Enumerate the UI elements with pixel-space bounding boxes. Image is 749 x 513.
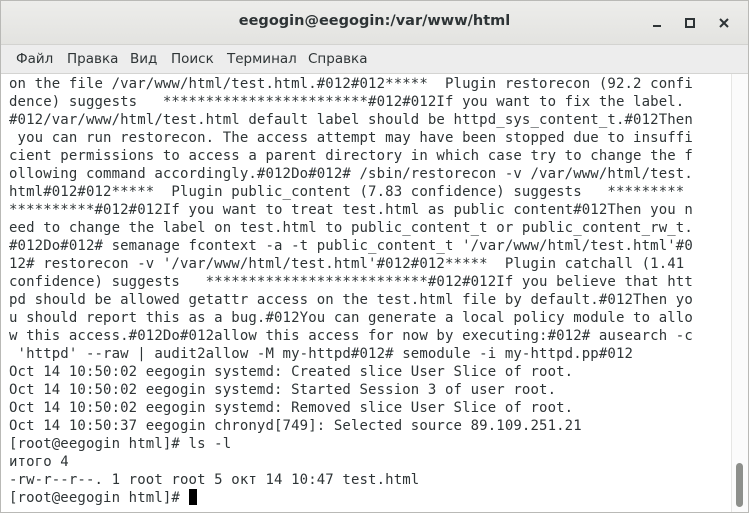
- terminal-line: #012/var/www/html/test.html default labe…: [9, 112, 693, 128]
- maximize-button[interactable]: [680, 13, 700, 33]
- terminal-line: pd should be allowed getattr access on t…: [9, 292, 693, 308]
- terminal-line: Oct 14 10:50:02 eegogin systemd: Started…: [9, 382, 557, 398]
- terminal-window: eegogin@eegogin:/var/www/html Файл Правк…: [0, 0, 749, 513]
- title-bar[interactable]: eegogin@eegogin:/var/www/html: [1, 1, 748, 45]
- terminal-line: Oct 14 10:50:02 eegogin systemd: Removed…: [9, 400, 574, 416]
- menu-terminal[interactable]: Терминал: [227, 51, 297, 67]
- close-button[interactable]: [714, 13, 734, 33]
- window-title: eegogin@eegogin:/var/www/html: [238, 13, 511, 29]
- maximize-icon: [684, 17, 696, 29]
- terminal-line: [root@eegogin html]# ls -l: [9, 436, 232, 452]
- vertical-scrollbar[interactable]: [731, 74, 748, 512]
- terminal-line: dence) suggests ************************…: [9, 94, 685, 110]
- minimize-icon: [651, 17, 663, 29]
- terminal-line: 12# restorecon -v '/var/www/html/test.ht…: [9, 256, 685, 272]
- terminal-line: on the file /var/www/html/test.html.#012…: [9, 76, 693, 92]
- terminal-prompt-line[interactable]: [root@eegogin html]#: [9, 489, 197, 507]
- menu-file[interactable]: Файл: [16, 51, 53, 67]
- terminal-line: confidence) suggests *******************…: [9, 274, 693, 290]
- menu-edit[interactable]: Правка: [67, 51, 118, 67]
- menu-view[interactable]: Вид: [130, 51, 157, 67]
- shell-prompt: [root@eegogin html]#: [9, 490, 189, 506]
- terminal-line: w this access.#012Do#012allow this acces…: [9, 328, 693, 344]
- minimize-button[interactable]: [647, 13, 667, 33]
- terminal-line: ollowing command accordingly.#012Do#012#…: [9, 166, 693, 182]
- terminal-line: cient permissions to access a parent dir…: [9, 148, 693, 164]
- text-cursor: [188, 489, 197, 505]
- terminal-line: Oct 14 10:50:37 eegogin chronyd[749]: Se…: [9, 418, 582, 434]
- terminal-line: итого 4: [9, 454, 69, 470]
- terminal-line: eed to change the label on test.html to …: [9, 220, 693, 236]
- menu-search[interactable]: Поиск: [171, 51, 214, 67]
- terminal-line: Oct 14 10:50:02 eegogin systemd: Created…: [9, 364, 574, 380]
- menu-bar: Файл Правка Вид Поиск Терминал Справка: [1, 45, 748, 74]
- terminal-line: **********#012#012If you want to treat t…: [9, 202, 693, 218]
- terminal-line: #012Do#012# semanage fcontext -a -t publ…: [9, 238, 693, 254]
- close-icon: [718, 17, 730, 29]
- terminal-line: you can run restorecon. The access attem…: [9, 130, 693, 146]
- terminal-line: u should report this as a bug.#012You ca…: [9, 310, 693, 326]
- scrollbar-thumb[interactable]: [736, 463, 743, 507]
- terminal-line: -rw-r--r--. 1 root root 5 окт 14 10:47 t…: [9, 472, 420, 488]
- terminal-line: 'httpd' --raw | audit2allow -M my-httpd#…: [9, 346, 634, 362]
- terminal-line: html#012#012***** Plugin public_content …: [9, 184, 685, 200]
- terminal-output[interactable]: on the file /var/www/html/test.html.#012…: [1, 74, 731, 512]
- menu-help[interactable]: Справка: [308, 51, 367, 67]
